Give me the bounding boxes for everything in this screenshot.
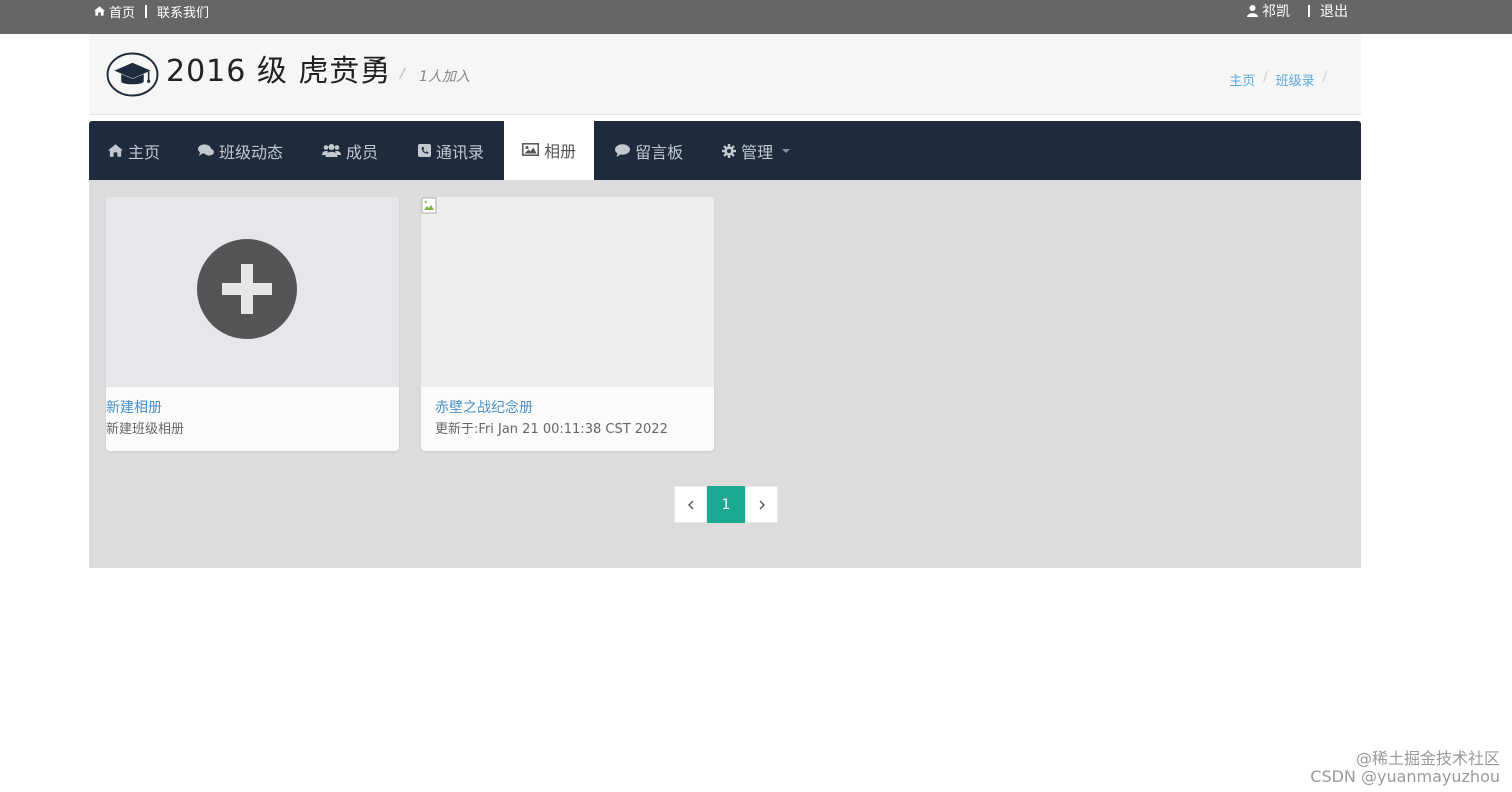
watermark: @稀土掘金技术社区 CSDN @yuanmayuzhou [1310, 750, 1500, 786]
logout-link[interactable]: 退出 [1320, 1, 1348, 21]
watermark-line-2: CSDN @yuanmayuzhou [1310, 767, 1500, 786]
top-divider-right [1308, 5, 1310, 17]
gear-icon [722, 143, 737, 158]
chevron-left-icon [687, 500, 693, 509]
graduation-cap-icon [106, 52, 159, 97]
user-icon [1247, 5, 1258, 17]
comments-icon [198, 144, 215, 156]
album-panel: 新建相册 新建班级相册 赤壁之战纪念册 更新于:Fri Jan 21 00:11… [89, 180, 1361, 568]
home-icon [108, 144, 123, 157]
breadcrumb: 主页 / 班级录 / [1229, 70, 1327, 89]
contact-link[interactable]: 联系我们 [157, 2, 209, 21]
nav-item-manage[interactable]: 管理 [703, 121, 810, 180]
album-card[interactable]: 赤壁之战纪念册 更新于:Fri Jan 21 00:11:38 CST 2022 [421, 197, 714, 451]
nav-item-label: 通讯录 [436, 142, 485, 162]
chevron-right-icon [759, 500, 765, 509]
new-album-title[interactable]: 新建相册 [106, 397, 162, 417]
new-album-subtitle: 新建班级相册 [106, 422, 185, 437]
nav-item-class-feed[interactable]: 班级动态 [178, 121, 303, 180]
breadcrumb-separator: / [1263, 70, 1268, 85]
nav-item-contacts[interactable]: 通讯录 [398, 121, 504, 180]
next-page-button[interactable] [745, 486, 778, 523]
album-cover [421, 197, 714, 387]
breadcrumb-separator: / [1322, 70, 1327, 85]
album-title[interactable]: 赤壁之战纪念册 [435, 397, 533, 417]
album-updated: 更新于:Fri Jan 21 00:11:38 CST 2022 [435, 422, 668, 437]
member-count: 1人加入 [419, 69, 470, 85]
pagination: 1 [674, 486, 778, 523]
new-album-thumb [106, 197, 399, 387]
nav-item-label: 相册 [544, 141, 577, 161]
watermark-line-1: @稀土掘金技术社区 [1355, 749, 1500, 768]
top-home-label: 首页 [109, 5, 136, 21]
nav-item-label: 主页 [128, 142, 161, 162]
main-nav: 主页 班级动态 成员 通讯录 相册 留言板 管理 [89, 119, 1361, 180]
phone-icon [418, 144, 432, 157]
picture-icon [522, 143, 540, 156]
class-header: 2016 级 虎贲勇 / 1人加入 主页 / 班级录 / [89, 34, 1361, 115]
chevron-down-icon [782, 148, 791, 153]
page-button-current[interactable]: 1 [707, 486, 745, 523]
nav-item-label: 留言板 [635, 142, 684, 162]
nav-item-label: 管理 [741, 142, 774, 162]
page-title: 2016 级 虎贲勇 [166, 54, 392, 89]
title-divider: / [400, 66, 405, 82]
nav-item-message-board[interactable]: 留言板 [594, 121, 703, 180]
home-icon [94, 6, 105, 16]
nav-item-label: 班级动态 [219, 142, 284, 162]
new-album-card[interactable]: 新建相册 新建班级相册 [106, 197, 399, 451]
nav-item-albums[interactable]: 相册 [504, 119, 595, 180]
plus-circle-icon [197, 239, 297, 339]
broken-image-icon [421, 197, 437, 214]
breadcrumb-home[interactable]: 主页 [1229, 70, 1255, 89]
top-bar-left: 首页 联系我们 [94, 0, 209, 22]
comment-icon [615, 144, 631, 157]
top-bar: 首页 联系我们 祁凯 退出 [0, 0, 1512, 34]
top-divider [145, 4, 148, 18]
breadcrumb-class-list[interactable]: 班级录 [1276, 70, 1315, 89]
users-icon [322, 144, 342, 157]
top-bar-right: 祁凯 退出 [1247, 0, 1348, 22]
nav-item-members[interactable]: 成员 [303, 121, 398, 180]
top-home-link[interactable]: 首页 [94, 2, 135, 21]
nav-item-home[interactable]: 主页 [89, 121, 178, 180]
user-name: 祁凯 [1262, 4, 1290, 20]
user-link[interactable]: 祁凯 [1247, 1, 1290, 21]
prev-page-button[interactable] [674, 486, 707, 523]
nav-item-label: 成员 [346, 142, 379, 162]
